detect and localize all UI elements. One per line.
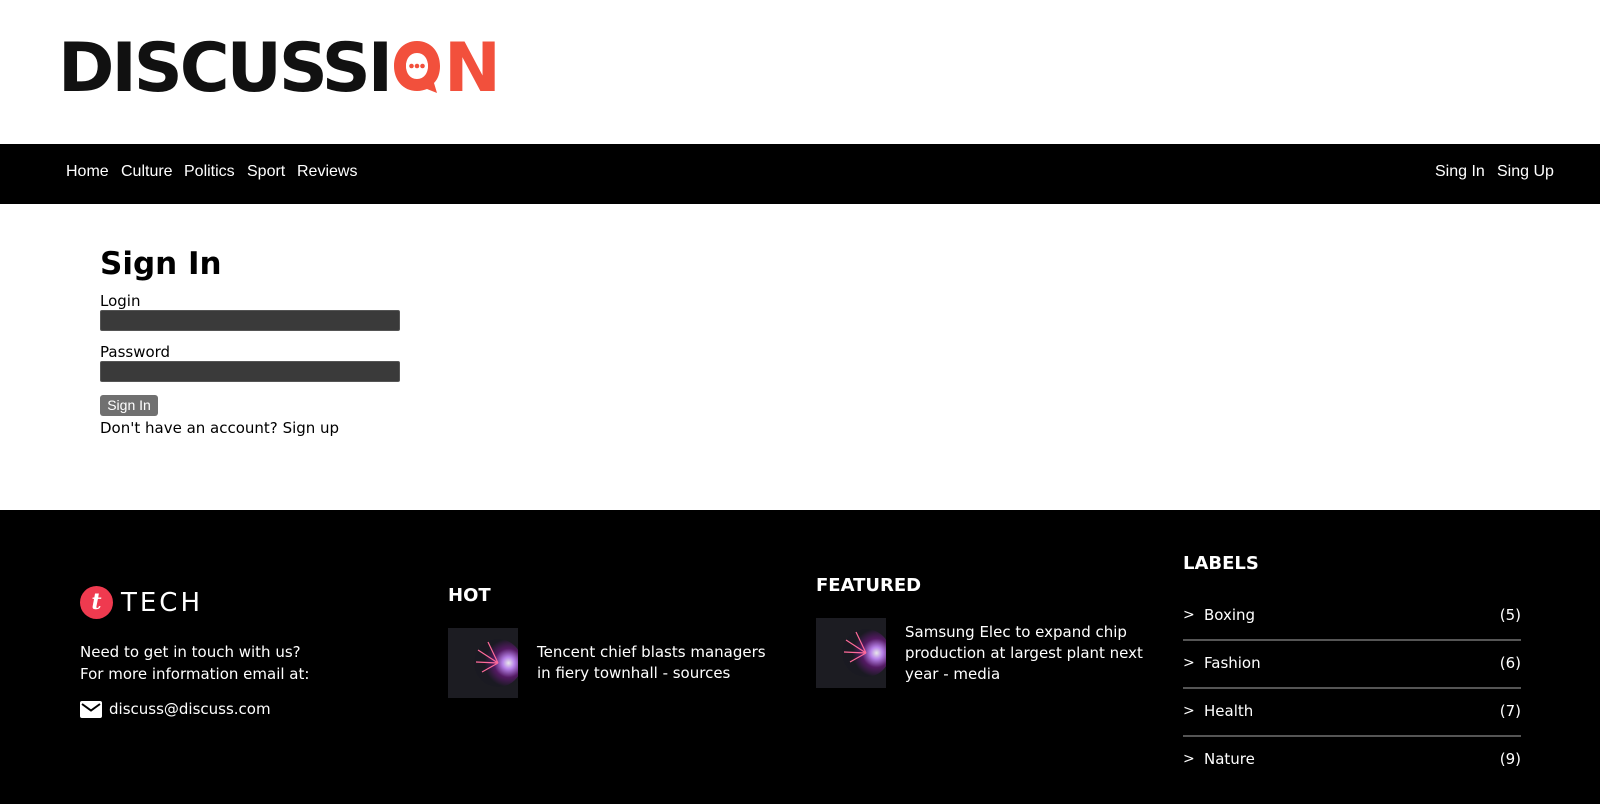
chevron-right-icon: > <box>1183 607 1195 623</box>
sign-up-link[interactable]: Sign up <box>283 419 340 437</box>
nav-politics[interactable]: Politics <box>184 163 235 181</box>
brand-word: TECH <box>121 587 204 618</box>
email-address: discuss@discuss.com <box>109 700 271 718</box>
hot-post[interactable]: Tencent chief blasts managers in fiery t… <box>448 628 768 698</box>
contact-text: Need to get in touch with us? For more i… <box>80 641 400 685</box>
label-name: Health <box>1204 702 1254 720</box>
label-item[interactable]: > Health (7) <box>1183 689 1521 737</box>
label-count: (7) <box>1499 702 1521 720</box>
label-item[interactable]: > Boxing (5) <box>1183 593 1521 641</box>
labels-title: LABELS <box>1183 553 1259 574</box>
signup-prompt: Don't have an account? Sign up <box>100 418 400 438</box>
plasma-thumbnail <box>816 618 886 688</box>
label-name: Boxing <box>1204 606 1256 624</box>
chevron-right-icon: > <box>1183 703 1195 719</box>
label-item[interactable]: > Fashion (6) <box>1183 641 1521 689</box>
hot-title: HOT <box>448 585 491 606</box>
nav-home[interactable]: Home <box>66 163 109 181</box>
labels-list: > Boxing (5) > Fashion (6) > Health (7) … <box>1183 593 1521 785</box>
password-label: Password <box>100 343 171 361</box>
featured-post[interactable]: Samsung Elec to expand chip production a… <box>816 618 1146 688</box>
featured-title: FEATURED <box>816 575 922 596</box>
chat-bubble-icon <box>391 37 443 95</box>
label-count: (6) <box>1499 654 1521 672</box>
label-count: (9) <box>1499 750 1521 768</box>
login-input[interactable] <box>100 310 400 331</box>
contact-line-2: For more information email at: <box>80 665 310 683</box>
signin-form: Sign In Login Password Sign In Don't hav… <box>100 246 400 438</box>
brand-mark-icon: t <box>80 586 113 619</box>
nav-sign-in[interactable]: Sing In <box>1435 163 1485 181</box>
login-label: Login <box>100 292 141 310</box>
nav-reviews[interactable]: Reviews <box>297 163 357 181</box>
site-logo[interactable]: DISCUSSI N <box>58 29 501 108</box>
footer-brand[interactable]: t TECH <box>80 586 203 619</box>
page-title: Sign In <box>100 246 222 282</box>
featured-post-title: Samsung Elec to expand chip production a… <box>905 622 1143 683</box>
label-name: Fashion <box>1204 654 1261 672</box>
plasma-thumbnail <box>448 628 518 698</box>
chevron-right-icon: > <box>1183 751 1195 767</box>
sign-in-button[interactable]: Sign In <box>100 395 158 416</box>
nav-sign-up[interactable]: Sing Up <box>1497 163 1554 181</box>
nav-culture[interactable]: Culture <box>121 163 173 181</box>
label-count: (5) <box>1499 606 1521 624</box>
hot-post-title: Tencent chief blasts managers in fiery t… <box>537 643 766 682</box>
signup-prompt-text: Don't have an account? <box>100 419 278 437</box>
footer: t TECH Need to get in touch with us? For… <box>0 510 1600 804</box>
main-nav: Home Culture Politics Sport Reviews Sing… <box>0 144 1600 204</box>
logo-wordmark: DISCUSSI N <box>58 29 501 108</box>
nav-sport[interactable]: Sport <box>247 163 285 181</box>
label-name: Nature <box>1204 750 1255 768</box>
contact-email[interactable]: discuss@discuss.com <box>80 700 271 718</box>
contact-line-1: Need to get in touch with us? <box>80 643 301 661</box>
mail-icon <box>80 700 102 718</box>
label-item[interactable]: > Nature (9) <box>1183 737 1521 785</box>
chevron-right-icon: > <box>1183 655 1195 671</box>
password-input[interactable] <box>100 361 400 382</box>
